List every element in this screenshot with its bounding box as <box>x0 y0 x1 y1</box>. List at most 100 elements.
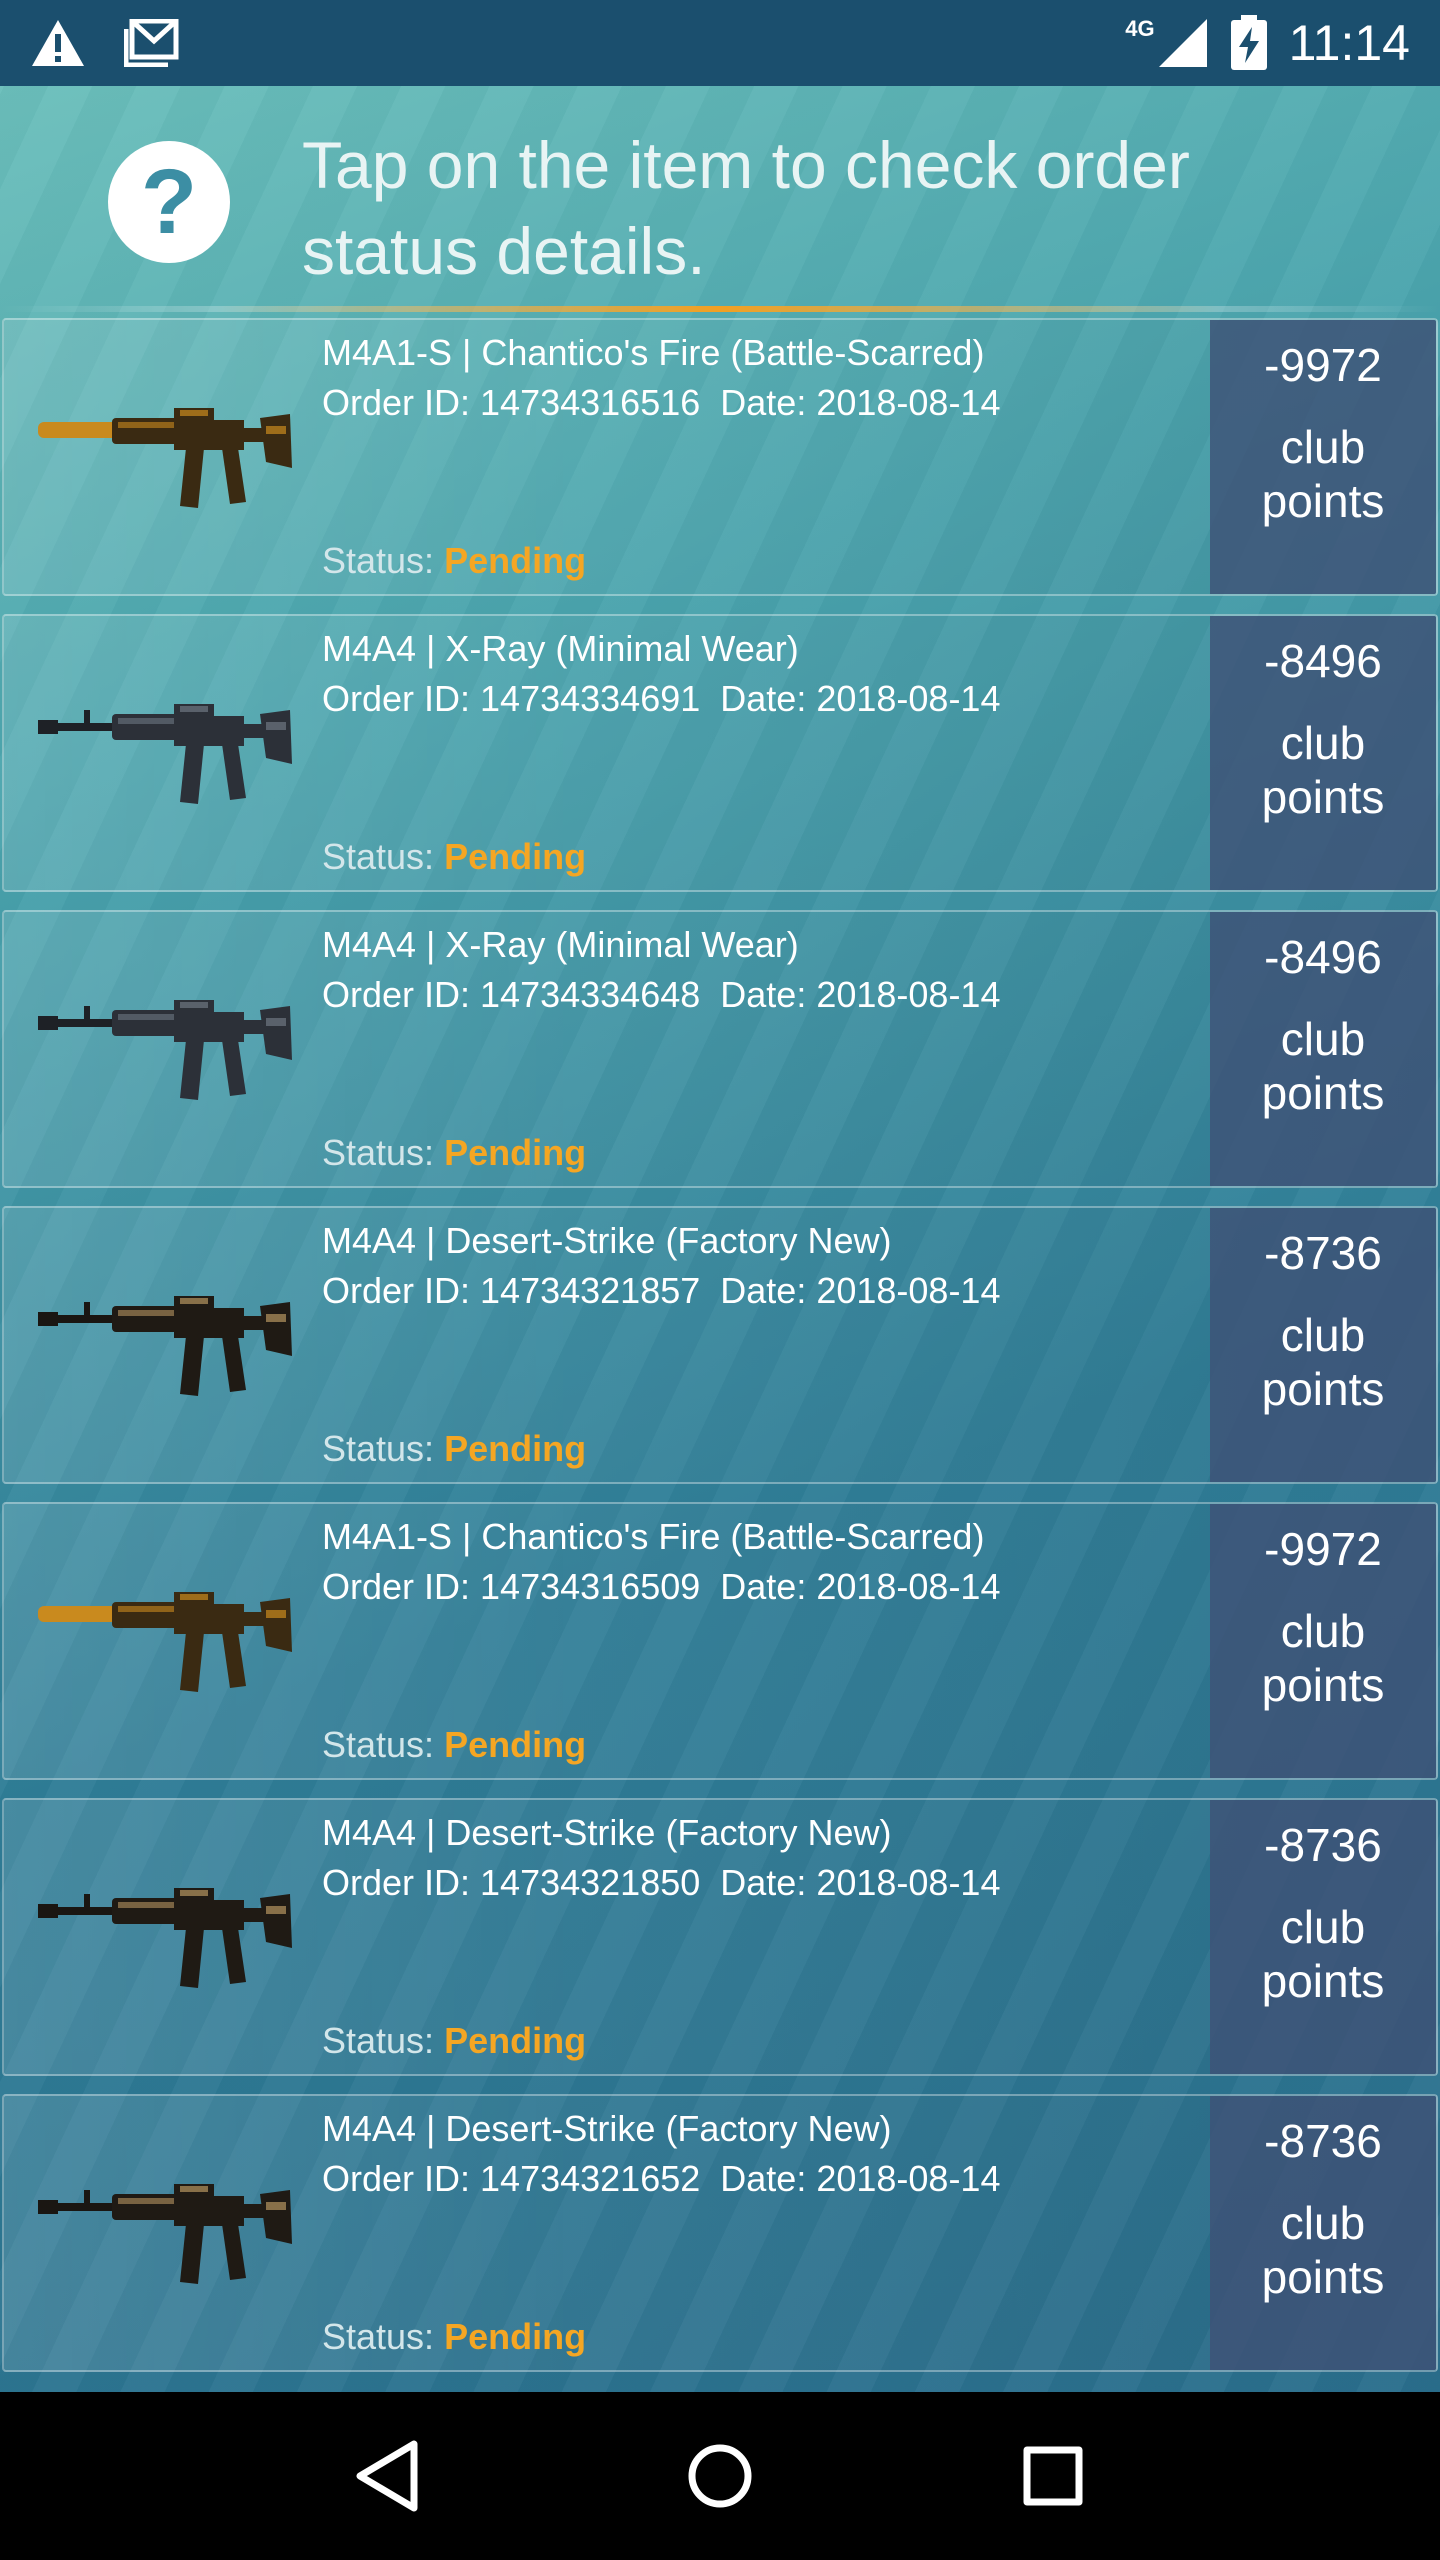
order-meta: Order ID: 14734321857 Date: 2018-08-14 <box>322 1270 1000 1312</box>
clock: 11:14 <box>1288 15 1410 71</box>
order-card[interactable]: M4A1-S | Chantico's Fire (Battle-Scarred… <box>2 1502 1438 1780</box>
order-status: Status: Pending <box>322 1724 586 1766</box>
status-label: Status: <box>322 2020 435 2061</box>
order-id: Order ID: 14734334691 <box>322 678 701 719</box>
header-instructions: Tap on the item to check order status de… <box>302 128 1190 288</box>
order-date: Date: 2018-08-14 <box>720 974 1001 1015</box>
item-name: M4A4 | X-Ray (Minimal Wear) <box>322 924 799 965</box>
points-label: club points <box>1261 1901 1385 2007</box>
order-date: Date: 2018-08-14 <box>720 1270 1001 1311</box>
order-id: Order ID: 14734321857 <box>322 1270 701 1311</box>
item-name: M4A4 | X-Ray (Minimal Wear) <box>322 628 799 669</box>
status-label: Status: <box>322 1724 435 1765</box>
order-meta: Order ID: 14734334691 Date: 2018-08-14 <box>322 678 1000 720</box>
weapon-image <box>34 666 294 826</box>
header-divider <box>0 306 1440 312</box>
back-button[interactable] <box>327 2416 447 2536</box>
points-box: -9972 club points <box>1210 1504 1436 1778</box>
order-card[interactable]: M4A4 | X-Ray (Minimal Wear) Order ID: 147… <box>2 614 1438 892</box>
order-id: Order ID: 14734316509 <box>322 1566 701 1607</box>
points-box: -8736 club points <box>1210 1800 1436 2074</box>
weapon-image <box>34 370 294 530</box>
status-badge: Pending <box>444 2316 587 2357</box>
order-id: Order ID: 14734321850 <box>322 1862 701 1903</box>
order-meta: Order ID: 14734321652 Date: 2018-08-14 <box>322 2158 1000 2200</box>
points-label: club points <box>1261 1309 1385 1415</box>
order-id: Order ID: 14734334648 <box>322 974 701 1015</box>
home-icon <box>688 2444 752 2508</box>
points-label: club points <box>1261 717 1385 823</box>
recents-button[interactable] <box>993 2416 1113 2536</box>
points-value: -8496 <box>1264 635 1382 687</box>
status-label: Status: <box>322 540 435 581</box>
order-date: Date: 2018-08-14 <box>720 2158 1001 2199</box>
status-badge: Pending <box>444 1724 587 1765</box>
status-badge: Pending <box>444 2020 587 2061</box>
status-badge: Pending <box>444 540 587 581</box>
points-value: -8736 <box>1264 1819 1382 1871</box>
order-status: Status: Pending <box>322 540 586 582</box>
points-value: -8736 <box>1264 2115 1382 2167</box>
weapon-image <box>34 1554 294 1714</box>
item-name: M4A4 | Desert-Strike (Factory New) <box>322 1220 892 1261</box>
help-icon[interactable]: ? <box>108 141 230 263</box>
order-meta: Order ID: 14734334648 Date: 2018-08-14 <box>322 974 1000 1016</box>
order-status: Status: Pending <box>322 836 586 878</box>
weapon-image <box>34 2146 294 2306</box>
item-name: M4A1-S | Chantico's Fire (Battle-Scarred… <box>322 1516 985 1557</box>
status-bar: 4G 11:14 <box>0 0 1440 86</box>
recents-icon <box>1023 2446 1083 2506</box>
order-date: Date: 2018-08-14 <box>720 1566 1001 1607</box>
points-value: -8496 <box>1264 931 1382 983</box>
order-card[interactable]: M4A1-S | Chantico's Fire (Battle-Scarred… <box>2 318 1438 596</box>
status-label: Status: <box>322 836 435 877</box>
points-box: -8736 club points <box>1210 1208 1436 1482</box>
order-card[interactable]: M4A4 | Desert-Strike (Factory New) Order … <box>2 1206 1438 1484</box>
order-card[interactable]: M4A4 | Desert-Strike (Factory New) Order … <box>2 2094 1438 2372</box>
status-label: Status: <box>322 1132 435 1173</box>
order-meta: Order ID: 14734316509 Date: 2018-08-14 <box>322 1566 1000 1608</box>
home-button[interactable] <box>660 2416 780 2536</box>
navigation-bar <box>0 2392 1440 2560</box>
order-card[interactable]: M4A4 | X-Ray (Minimal Wear) Order ID: 147… <box>2 910 1438 1188</box>
item-name: M4A4 | Desert-Strike (Factory New) <box>322 2108 892 2149</box>
points-box: -8496 club points <box>1210 912 1436 1186</box>
points-label: club points <box>1261 1013 1385 1119</box>
order-meta: Order ID: 14734321850 Date: 2018-08-14 <box>322 1862 1000 1904</box>
order-card[interactable]: M4A4 | Desert-Strike (Factory New) Order … <box>2 1798 1438 2076</box>
points-value: -9972 <box>1264 339 1382 391</box>
item-name: M4A1-S | Chantico's Fire (Battle-Scarred… <box>322 332 985 373</box>
points-value: -9972 <box>1264 1523 1382 1575</box>
back-icon <box>356 2440 418 2512</box>
order-id: Order ID: 14734316516 <box>322 382 701 423</box>
order-meta: Order ID: 14734316516 Date: 2018-08-14 <box>322 382 1000 424</box>
item-name: M4A4 | Desert-Strike (Factory New) <box>322 1812 892 1853</box>
status-badge: Pending <box>444 836 587 877</box>
status-badge: Pending <box>444 1132 587 1173</box>
points-value: -8736 <box>1264 1227 1382 1279</box>
status-badge: Pending <box>444 1428 587 1469</box>
status-label: Status: <box>322 1428 435 1469</box>
warning-icon <box>32 20 84 66</box>
points-label: club points <box>1261 2197 1385 2303</box>
points-label: club points <box>1261 421 1385 527</box>
status-label: Status: <box>322 2316 435 2357</box>
order-status: Status: Pending <box>322 2316 586 2358</box>
order-date: Date: 2018-08-14 <box>720 1862 1001 1903</box>
points-box: -9972 club points <box>1210 320 1436 594</box>
order-status: Status: Pending <box>322 1132 586 1174</box>
order-date: Date: 2018-08-14 <box>720 678 1001 719</box>
info-header: ? Tap on the item to check order status … <box>0 86 1440 312</box>
order-status: Status: Pending <box>322 2020 586 2062</box>
points-label: club points <box>1261 1605 1385 1711</box>
weapon-image <box>34 1258 294 1418</box>
battery-charging-icon <box>1230 15 1267 70</box>
weapon-image <box>34 1850 294 2010</box>
order-date: Date: 2018-08-14 <box>720 382 1001 423</box>
weapon-image <box>34 962 294 1122</box>
points-box: -8736 club points <box>1210 2096 1436 2370</box>
signal-icon <box>1158 19 1207 67</box>
points-box: -8496 club points <box>1210 616 1436 890</box>
order-status: Status: Pending <box>322 1428 586 1470</box>
network-type: 4G <box>1125 16 1155 41</box>
